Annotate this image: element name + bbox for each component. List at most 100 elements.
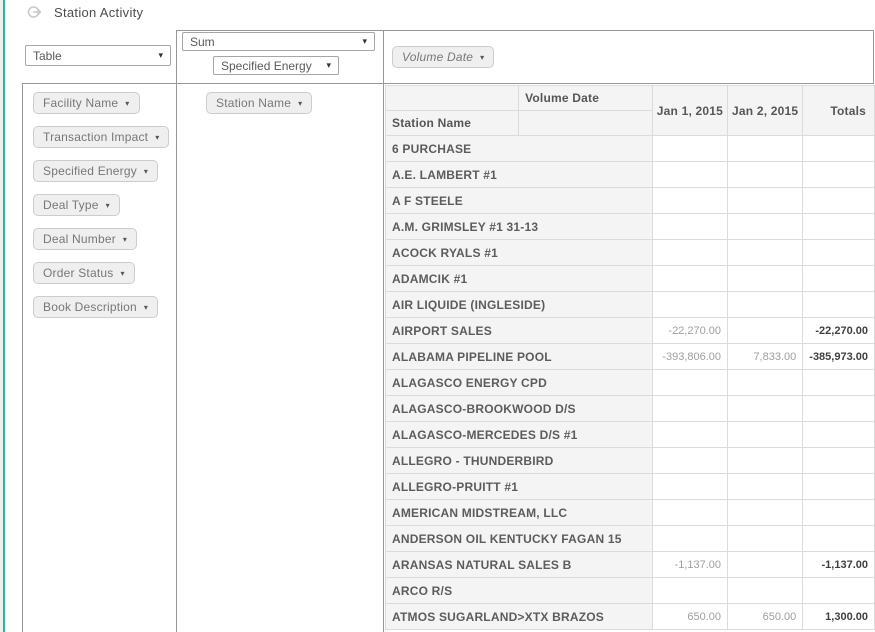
- pivot-corner-cell: [386, 86, 519, 111]
- pivot-value-cell: [728, 396, 803, 422]
- pivot-value-cell: [652, 292, 727, 318]
- pivot-row-label: ALAGASCO ENERGY CPD: [386, 370, 653, 396]
- triangle-down-icon[interactable]: ▾: [155, 133, 159, 142]
- pivot-table-row: AMERICAN MIDSTREAM, LLC: [386, 500, 875, 526]
- pivot-value-cell: [728, 136, 803, 162]
- aggregator-arg-select[interactable]: Specified Energy ▾: [213, 56, 339, 75]
- pivot-row-label: AMERICAN MIDSTREAM, LLC: [386, 500, 653, 526]
- pivot-table-body: 6 PURCHASEA.E. LAMBERT #1A F STEELEA.M. …: [386, 136, 875, 630]
- pivot-row-label: ARANSAS NATURAL SALES B: [386, 552, 653, 578]
- pivot-row-label: A.M. GRIMSLEY #1 31-13: [386, 214, 653, 240]
- select-arrow-icon: ▾: [158, 50, 163, 61]
- attribute-pill-book-description[interactable]: Book Description ▾: [33, 296, 158, 318]
- triangle-down-icon[interactable]: ▾: [480, 53, 484, 62]
- attribute-pill-label: Station Name: [216, 96, 291, 110]
- pivot-total-cell: [803, 448, 875, 474]
- pivot-total-cell: 1,300.00: [803, 604, 875, 630]
- pivot-row-label: ATMOS SUGARLAND>XTX BRAZOS: [386, 604, 653, 630]
- aggregator-arg-select-value: Specified Energy: [221, 59, 312, 73]
- triangle-down-icon[interactable]: ▾: [123, 235, 127, 244]
- pivot-value-cell: 7,833.00: [728, 344, 803, 370]
- pivot-row-label: ARCO R/S: [386, 578, 653, 604]
- pivot-col-header-jan-2-2015: Jan 2, 2015: [728, 86, 803, 136]
- row-attributes-area: Station Name ▾: [176, 83, 384, 632]
- pivot-row-label: ALLEGRO - THUNDERBIRD: [386, 448, 653, 474]
- attribute-pill-facility-name[interactable]: Facility Name ▾: [33, 92, 140, 114]
- pivot-total-cell: [803, 266, 875, 292]
- attribute-pill-transaction-impact[interactable]: Transaction Impact ▾: [33, 126, 169, 148]
- attribute-pill-deal-number[interactable]: Deal Number▾: [33, 228, 137, 250]
- pivot-row-label: AIR LIQUIDE (INGLESIDE): [386, 292, 653, 318]
- attribute-pill-specified-energy[interactable]: Specified Energy▾: [33, 160, 158, 182]
- attribute-pill-label: Book Description: [43, 300, 137, 314]
- pivot-total-cell: [803, 396, 875, 422]
- aggregator-select[interactable]: Sum ▾: [182, 32, 375, 51]
- pivot-value-cell: [652, 578, 727, 604]
- page-title: Station Activity: [54, 5, 143, 20]
- accent-bar: [3, 0, 5, 632]
- pivot-value-cell: [728, 552, 803, 578]
- pivot-total-cell: [803, 370, 875, 396]
- pivot-value-cell: [652, 448, 727, 474]
- pivot-total-cell: [803, 240, 875, 266]
- pivot-value-cell: [728, 318, 803, 344]
- pivot-value-cell: -393,806.00: [652, 344, 727, 370]
- pivot-row-axis-label: Station Name: [386, 111, 519, 136]
- pivot-row-label: ALAGASCO-MERCEDES D/S #1: [386, 422, 653, 448]
- attribute-pill-order-status[interactable]: Order Status ▾: [33, 262, 135, 284]
- triangle-down-icon[interactable]: ▾: [120, 269, 124, 278]
- pivot-value-cell: [652, 240, 727, 266]
- attribute-pill-deal-type[interactable]: Deal Type▾: [33, 194, 120, 216]
- pivot-total-cell: [803, 500, 875, 526]
- pivot-col-header-jan-1-2015: Jan 1, 2015: [652, 86, 727, 136]
- pivot-total-cell: [803, 292, 875, 318]
- pivot-value-cell: [652, 214, 727, 240]
- pivot-col-axis-label: Volume Date: [519, 86, 653, 111]
- pivot-table-row: A.E. LAMBERT #1: [386, 162, 875, 188]
- triangle-down-icon[interactable]: ▾: [144, 167, 148, 176]
- pivot-table-row: AIRPORT SALES-22,270.00-22,270.00: [386, 318, 875, 344]
- pivot-value-cell: [652, 422, 727, 448]
- pivot-totals-header: Totals: [803, 86, 875, 136]
- pivot-table-row: ALAGASCO-MERCEDES D/S #1: [386, 422, 875, 448]
- attribute-pill-label: Transaction Impact: [43, 130, 148, 144]
- attribute-pill-station-name[interactable]: Station Name ▾: [206, 92, 312, 114]
- pivot-value-cell: 650.00: [728, 604, 803, 630]
- attribute-pill-volume-date[interactable]: Volume Date ▾: [392, 46, 494, 68]
- pivot-value-cell: [652, 188, 727, 214]
- select-arrow-icon: ▾: [326, 60, 331, 71]
- pivot-value-cell: [652, 162, 727, 188]
- triangle-down-icon[interactable]: ▾: [125, 99, 129, 108]
- pivot-value-cell: [652, 500, 727, 526]
- pivot-table-row: ADAMCIK #1: [386, 266, 875, 292]
- pivot-value-cell: -1,137.00: [652, 552, 727, 578]
- pivot-value-cell: [652, 526, 727, 552]
- renderer-select[interactable]: Table ▾: [25, 45, 171, 66]
- pivot-row-label: ADAMCIK #1: [386, 266, 653, 292]
- column-attributes-area: Volume Date ▾: [383, 30, 874, 84]
- triangle-down-icon[interactable]: ▾: [106, 201, 110, 210]
- pivot-total-cell: -22,270.00: [803, 318, 875, 344]
- attribute-pill-label: Order Status: [43, 266, 113, 280]
- pivot-row-label: ALAGASCO-BROOKWOOD D/S: [386, 396, 653, 422]
- triangle-down-icon[interactable]: ▾: [144, 303, 148, 312]
- pivot-total-cell: [803, 474, 875, 500]
- page-header: Station Activity: [27, 4, 143, 20]
- unused-attributes-area: Facility Name▾Transaction Impact▾Specifi…: [22, 83, 177, 632]
- pivot-value-cell: [728, 500, 803, 526]
- share-arrow-icon: [27, 4, 43, 20]
- pivot-value-cell: [652, 474, 727, 500]
- triangle-down-icon[interactable]: ▾: [298, 99, 302, 108]
- pivot-value-cell: -22,270.00: [652, 318, 727, 344]
- pivot-table-row: 6 PURCHASE: [386, 136, 875, 162]
- pivot-table-row: A.M. GRIMSLEY #1 31-13: [386, 214, 875, 240]
- pivot-total-cell: [803, 526, 875, 552]
- pivot-row-label: ACOCK RYALS #1: [386, 240, 653, 266]
- pivot-table-row: ALLEGRO - THUNDERBIRD: [386, 448, 875, 474]
- attribute-pill-label: Facility Name: [43, 96, 118, 110]
- pivot-value-cell: [652, 370, 727, 396]
- pivot-row-label: ALABAMA PIPELINE POOL: [386, 344, 653, 370]
- renderer-select-value: Table: [33, 49, 62, 63]
- attribute-pill-label: Volume Date: [402, 50, 473, 64]
- pivot-total-cell: -385,973.00: [803, 344, 875, 370]
